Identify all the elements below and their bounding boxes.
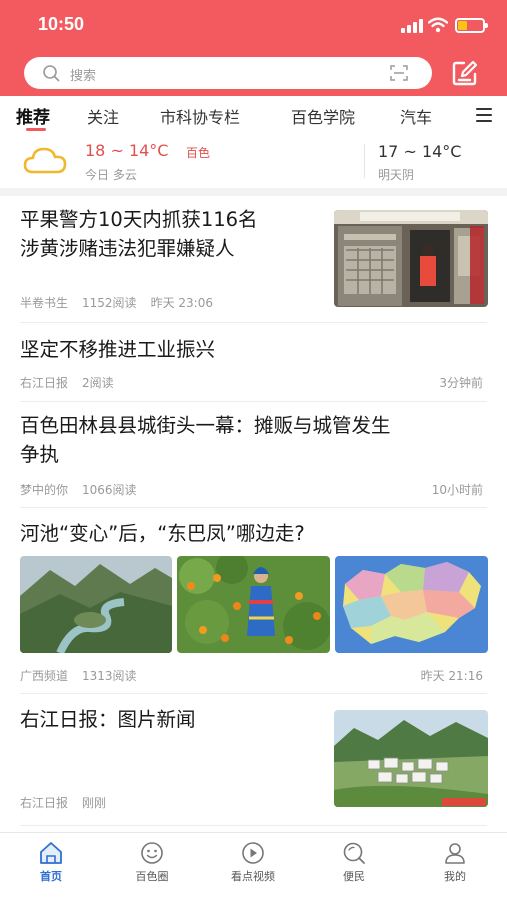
nav-mine[interactable]: 我的 [415, 841, 495, 884]
news-meta: 梦中的你 1066阅读 [20, 481, 151, 498]
compose-icon[interactable] [452, 60, 478, 86]
section-spacer [0, 188, 507, 196]
weather-divider [364, 144, 365, 178]
tab-baise-university[interactable]: 百色学院 [291, 104, 355, 128]
weather-bar[interactable]: 18 ~ 14°C 百色 今日 多云 17 ~ 14°C 明天阴 [0, 132, 507, 188]
search-icon [43, 65, 60, 82]
nav-video[interactable]: 看点视频 [213, 841, 293, 884]
news-image-map [335, 556, 488, 653]
wifi-icon [428, 17, 448, 33]
cloudy-weather-icon [23, 147, 67, 174]
nav-label: 首页 [40, 870, 62, 883]
news-meta: 广西频道 1313阅读 [20, 667, 151, 684]
play-icon [242, 842, 264, 864]
tomorrow-condition: 明天阴 [378, 168, 415, 182]
news-title: 百色田林县县城街头一幕：摊贩与城管发生 争执 [20, 411, 391, 469]
news-item[interactable]: 百色田林县县城街头一幕：摊贩与城管发生 争执 梦中的你 1066阅读 10小时前 [0, 402, 507, 508]
news-title: 河池“变心”后，“东巴凤”哪边走? [20, 522, 305, 545]
status-bar: 10:50 [0, 0, 507, 50]
news-image-orchard [177, 556, 330, 653]
search-placeholder: 搜索 [70, 69, 97, 84]
cellular-signal-icon [401, 19, 423, 33]
nav-home[interactable]: 首页 [11, 841, 91, 884]
nav-label: 便民 [343, 870, 365, 883]
news-title-line: 平果警方10天内抓获116名 [20, 208, 258, 231]
news-reads: 刚刚 [82, 796, 107, 810]
news-source: 广西频道 [20, 669, 69, 683]
home-icon [40, 842, 62, 864]
news-time: 10小时前 [431, 483, 483, 497]
news-title-line: 百色田林县县城街头一幕：摊贩与城管发生 [20, 414, 391, 437]
tab-follow[interactable]: 关注 [87, 104, 119, 128]
weather-city: 百色 [186, 146, 211, 160]
search-input[interactable]: 搜索 [24, 57, 432, 89]
news-title-line: 争执 [20, 443, 60, 466]
scan-icon[interactable] [390, 65, 408, 81]
today-condition: 今日 多云 [85, 168, 137, 182]
nav-baise-circle[interactable]: 百色圈 [112, 841, 192, 884]
news-item[interactable]: 右江日报：图片新闻 右江日报 刚刚 [0, 694, 507, 826]
news-meta: 右江日报 2阅读 [20, 374, 128, 391]
bottom-navigation: 首页 百色圈 看点视频 便民 我的 [0, 832, 507, 900]
channel-menu-icon[interactable] [476, 108, 492, 122]
tab-recommend[interactable]: 推荐 [16, 103, 50, 128]
news-item[interactable]: 河池“变心”后，“东巴凤”哪边走? 广西频道 1313阅读 昨天 21:16 [0, 508, 507, 694]
news-time: 昨天 21:16 [420, 669, 483, 683]
tomorrow-temperature: 17 ~ 14°C [378, 142, 462, 161]
channel-tabs: 推荐 关注 市科协专栏 百色学院 汽车 [0, 96, 507, 132]
news-reads: 1152阅读 [82, 296, 137, 310]
news-title-line: 涉黄涉赌违法犯罪嫌疑人 [20, 237, 235, 260]
news-source: 右江日报 [20, 376, 69, 390]
news-reads: 1066阅读 [82, 483, 137, 497]
divider [20, 825, 487, 826]
news-time: 昨天 23:06 [150, 296, 213, 310]
news-source: 梦中的你 [20, 483, 69, 497]
active-tab-indicator [26, 128, 46, 131]
news-meta: 右江日报 刚刚 [20, 794, 120, 811]
news-title: 右江日报：图片新闻 [20, 708, 196, 731]
news-source: 半卷书生 [20, 296, 69, 310]
search-bubble-icon [343, 842, 365, 864]
smile-circle-icon [141, 842, 163, 864]
news-reads: 1313阅读 [82, 669, 137, 683]
tab-science-column[interactable]: 市科协专栏 [160, 104, 240, 128]
nav-label: 百色圈 [135, 870, 169, 883]
news-title: 坚定不移推进工业振兴 [20, 338, 216, 361]
news-item[interactable]: 坚定不移推进工业振兴 右江日报 2阅读 3分钟前 [0, 323, 507, 402]
tab-auto[interactable]: 汽车 [400, 104, 432, 128]
app-header: 10:50 搜索 [0, 0, 507, 96]
news-image-river [20, 556, 172, 653]
nav-label: 我的 [444, 870, 466, 883]
news-meta: 半卷书生 1152阅读 昨天 23:06 [20, 294, 227, 311]
news-reads: 2阅读 [82, 376, 114, 390]
news-thumbnail [334, 210, 488, 307]
nav-convenience[interactable]: 便民 [314, 841, 394, 884]
news-source: 右江日报 [20, 796, 69, 810]
news-item[interactable]: 平果警方10天内抓获116名 涉黄涉赌违法犯罪嫌疑人 半卷书生 1152阅读 昨天 … [0, 196, 507, 323]
battery-icon [455, 18, 488, 33]
news-title: 平果警方10天内抓获116名 涉黄涉赌违法犯罪嫌疑人 [20, 205, 258, 263]
news-thumbnail [334, 710, 488, 807]
today-temperature: 18 ~ 14°C [85, 141, 169, 160]
status-time: 10:50 [38, 14, 85, 34]
user-icon [445, 843, 465, 864]
nav-label: 看点视频 [231, 870, 275, 883]
news-time: 3分钟前 [439, 376, 483, 390]
